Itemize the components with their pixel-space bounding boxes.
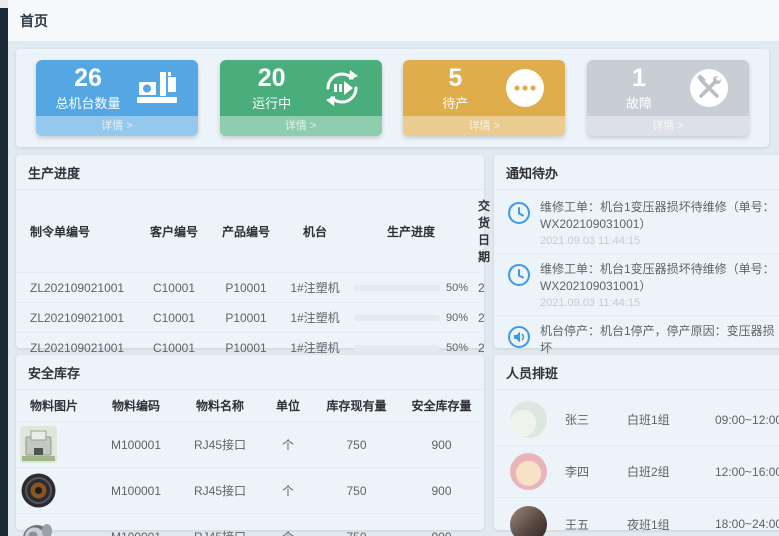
list-item[interactable]: 王五 夜班1组 18:00~24:00 [494,498,779,536]
waiting-detail-link[interactable]: 详情 > [403,116,565,136]
top-bar: 首页 [8,0,779,42]
fault-label: 故障 [626,93,652,112]
col-material-image: 物料图片 [16,390,94,422]
col-unit: 单位 [262,390,314,422]
fault-value: 1 [632,65,646,91]
shift-time: 12:00~16:00 [715,465,779,479]
progress-bar: 50% [352,342,470,354]
notification-text: 维修工单：机台1变压器损坏待维修（单号：WX202109031001） [540,199,779,234]
notification-time: 2021.09.03 11:44:15 [540,297,779,309]
fault-detail-link[interactable]: 详情 > [587,116,749,136]
dashboard-page: 首页 26 总机台数量 [0,0,779,536]
total-machines-detail-link[interactable]: 详情 > [36,116,198,136]
col-material-code: 物料编码 [94,390,178,422]
card-waiting[interactable]: 5 待产 详情 > [403,60,565,136]
production-progress-title: 生产进度 [16,155,484,190]
avatar [510,401,547,438]
col-on-hand: 库存现有量 [314,390,399,422]
total-machines-label: 总机台数量 [55,93,120,112]
speaker-icon [506,324,532,350]
col-order-no: 制令单编号 [16,190,138,273]
waiting-label: 待产 [442,93,468,112]
notification-text: 维修工单：机台1变压器损坏待维修（单号：WX202109031001） [540,261,779,296]
card-total-machines[interactable]: 26 总机台数量 [36,60,198,136]
col-material-name: 物料名称 [178,390,262,422]
col-product-no: 产品编号 [210,190,282,273]
shift-time: 18:00~24:00 [715,517,779,531]
shift-label: 夜班1组 [627,516,715,533]
list-item[interactable]: 维修工单：机台1变压器损坏待维修（单号：WX202109031001） 2021… [494,192,779,254]
table-row[interactable]: ZL202109021001 C10001 P10001 1#注塑机 90% 2… [16,303,484,333]
production-progress-panel: 生产进度 制令单编号 客户编号 产品编号 机台 生产进度 交货日期 [16,155,484,348]
progress-bar: 90% [352,312,470,324]
avatar [510,506,547,536]
shift-label: 白班2组 [627,463,715,480]
safety-inventory-panel: 安全库存 物料图片 物料编码 物料名称 单位 库存现有量 安全库存量 [16,355,484,530]
col-machine: 机台 [282,190,348,273]
tools-icon [687,66,731,110]
progress-bar: 50% [352,282,470,294]
list-item[interactable]: 维修工单：机台1变压器损坏待维修（单号：WX202109031001） 2021… [494,254,779,316]
employee-name: 王五 [565,516,627,533]
notification-time: 2021.09.03 11:44:15 [540,235,779,247]
table-row[interactable]: M100001 RJ45接口 个 750 900 [16,514,484,536]
inventory-table: 物料图片 物料编码 物料名称 单位 库存现有量 安全库存量 [16,390,484,536]
notifications-panel: 通知待办 维修工单：机台1变压器损坏待维修（单号：WX202109031001 [494,155,779,348]
list-item[interactable]: 李四 白班2组 12:00~16:00 [494,446,779,498]
clock-icon [506,262,532,288]
safety-inventory-title: 安全库存 [16,355,484,390]
avatar [510,453,547,490]
card-running[interactable]: 20 运行中 [220,60,382,136]
table-row[interactable]: M100001 RJ45接口 个 750 900 [16,422,484,468]
employee-name: 张三 [565,411,627,428]
col-customer-no: 客户编号 [138,190,210,273]
page-title: 首页 [20,11,48,31]
main-content: 26 总机台数量 [8,42,779,536]
rj45-connector-image [20,426,57,463]
cone-speaker-image [20,518,57,536]
clock-icon [506,200,532,226]
total-machines-value: 26 [74,65,102,91]
sidebar-edge [0,8,8,536]
running-value: 20 [258,65,286,91]
cycle-icon [320,66,364,110]
list-item[interactable]: 张三 白班1组 09:00~12:00 [494,394,779,446]
col-progress: 生产进度 [348,190,474,273]
staff-schedule-title: 人员排班 [494,355,779,390]
shift-label: 白班1组 [627,411,715,428]
running-label: 运行中 [252,93,291,112]
ellipsis-icon [503,66,547,110]
waiting-value: 5 [448,65,462,91]
notifications-title: 通知待办 [494,155,779,190]
running-detail-link[interactable]: 详情 > [220,116,382,136]
col-safety-qty: 安全库存量 [399,390,484,422]
notification-text: 机台停产：机台1停产，停产原因：变压器损坏 [540,323,779,358]
employee-name: 李四 [565,463,627,480]
staff-schedule-panel: 人员排班 张三 白班1组 09:00~12:00 李四 白班2组 12: [494,355,779,530]
shift-time: 09:00~12:00 [715,413,779,427]
table-row[interactable]: ZL202109021001 C10001 P10001 1#注塑机 50% 2… [16,273,484,303]
round-speaker-image [20,472,57,509]
table-row[interactable]: M100001 RJ45接口 个 750 900 [16,468,484,514]
col-delivery-date: 交货日期 [474,190,484,273]
machine-icon [136,66,180,110]
card-fault[interactable]: 1 故障 [587,60,749,136]
stat-cards-panel: 26 总机台数量 [16,49,769,147]
